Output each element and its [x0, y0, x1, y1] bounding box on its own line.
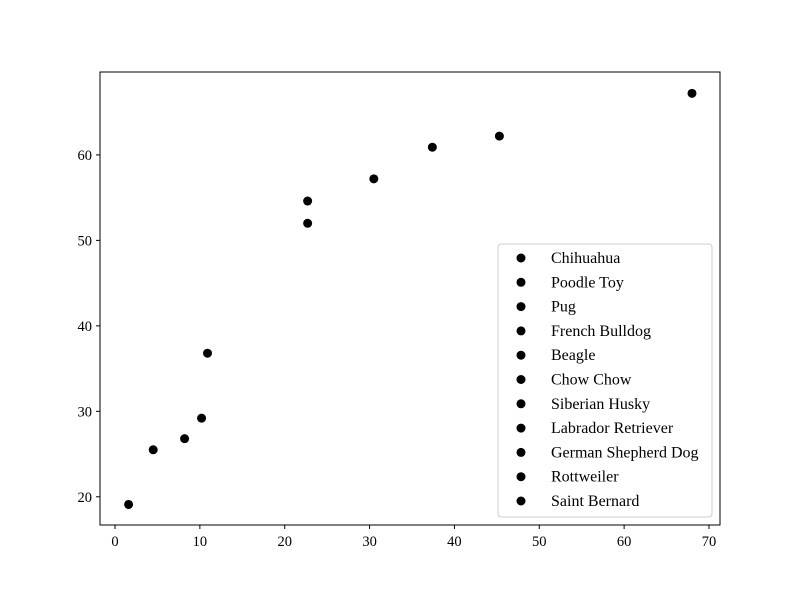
point-poodle-toy	[148, 445, 158, 455]
legend-marker-chow-chow	[516, 375, 526, 384]
point-german-shepherd-dog	[427, 142, 437, 152]
legend-label-poodle-toy: Poodle Toy	[551, 274, 624, 291]
legend-marker-siberian-husky	[516, 399, 526, 409]
legend-marker-poodle-toy	[516, 277, 526, 287]
legend: Chihuahua Poodle Toy Pug French Bulldog Beag…	[497, 243, 713, 518]
legend-label-labrador-retriever: Labrador Retriever	[551, 420, 674, 437]
point-beagle	[203, 348, 213, 358]
point-siberian-husky	[303, 196, 313, 206]
x-tick-label: 30	[362, 534, 377, 550]
x-tick-label: 20	[277, 534, 292, 550]
x-tick-label: 40	[447, 534, 462, 550]
legend-label-rottweiler: Rottweiler	[551, 469, 619, 486]
legend-label-siberian-husky: Siberian Husky	[551, 396, 650, 413]
x-tick-label: 50	[532, 534, 547, 550]
legend-marker-french-bulldog	[516, 326, 526, 336]
legend-marker-pug	[516, 302, 526, 312]
point-rottweiler	[494, 131, 504, 141]
y-tick-label: 30	[78, 404, 93, 420]
y-tick-label: 50	[78, 233, 93, 249]
y-tick-label: 60	[78, 148, 93, 164]
legend-marker-german-shepherd-dog	[516, 447, 526, 457]
x-tick-label: 10	[193, 534, 208, 550]
legend-marker-chihuahua	[516, 253, 526, 263]
point-chihuahua	[124, 499, 134, 509]
x-tick-label: 70	[702, 534, 717, 550]
legend-label-french-bulldog: French Bulldog	[551, 323, 651, 340]
y-tick-label: 40	[78, 319, 93, 335]
point-french-bulldog	[197, 413, 207, 423]
legend-marker-beagle	[516, 350, 526, 360]
legend-label-german-shepherd-dog: German Shepherd Dog	[551, 444, 699, 461]
legend-label-beagle: Beagle	[551, 347, 595, 364]
point-labrador-retriever	[369, 174, 379, 184]
legend-marker-rottweiler	[516, 472, 526, 482]
x-tick-label: 0	[111, 534, 118, 550]
point-chow-chow	[303, 218, 313, 228]
legend-label-saint-bernard: Saint Bernard	[551, 493, 639, 510]
legend-marker-saint-bernard	[516, 496, 526, 506]
point-pug	[180, 434, 190, 444]
scatter-chart: 0 10 20 30 40 50 60 70 20 30 40 50 60 Chihuahua Pood…	[0, 0, 800, 600]
point-saint-bernard	[687, 88, 697, 98]
y-tick-label: 20	[78, 490, 93, 506]
legend-label-chihuahua: Chihuahua	[551, 250, 620, 267]
legend-label-chow-chow: Chow Chow	[551, 372, 632, 389]
legend-marker-labrador-retriever	[516, 423, 526, 433]
legend-label-pug: Pug	[551, 299, 576, 316]
x-tick-label: 60	[617, 534, 632, 550]
